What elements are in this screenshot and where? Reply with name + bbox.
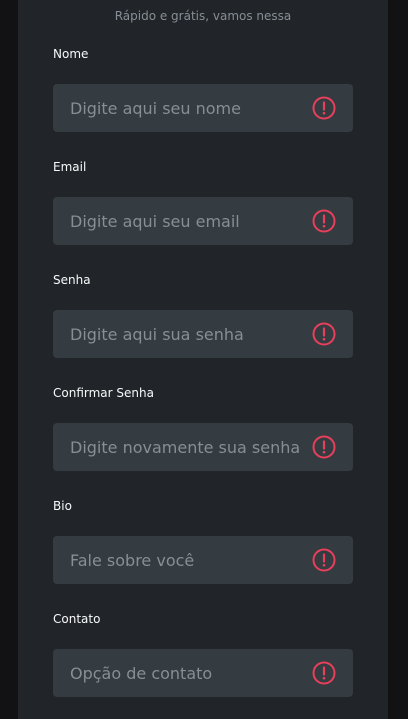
email-input[interactable]: [53, 197, 303, 245]
password-label: Senha: [53, 273, 91, 287]
bio-input[interactable]: [53, 536, 303, 584]
contact-label: Contato: [53, 612, 101, 626]
password-input[interactable]: [53, 310, 303, 358]
register-form-card: Rápido e grátis, vamos nessa Nome Email …: [18, 0, 388, 719]
page: Rápido e grátis, vamos nessa Nome Email …: [0, 0, 408, 719]
name-field-wrapper: [53, 84, 353, 132]
email-label: Email: [53, 160, 87, 174]
password-field-wrapper: [53, 310, 353, 358]
error-alert-icon: [312, 209, 336, 233]
form-subtitle: Rápido e grátis, vamos nessa: [114, 9, 292, 23]
error-alert-icon: [312, 322, 336, 346]
error-alert-icon: [312, 661, 336, 685]
email-field-wrapper: [53, 197, 353, 245]
bio-field-wrapper: [53, 536, 353, 584]
confirm-password-input[interactable]: [53, 423, 303, 471]
contact-input[interactable]: [53, 649, 303, 697]
error-alert-icon: [312, 435, 336, 459]
confirm-password-field-wrapper: [53, 423, 353, 471]
error-alert-icon: [312, 96, 336, 120]
contact-field-wrapper: [53, 649, 353, 697]
bio-label: Bio: [53, 499, 72, 513]
error-alert-icon: [312, 548, 336, 572]
name-label: Nome: [53, 47, 89, 61]
confirm-password-label: Confirmar Senha: [53, 386, 154, 400]
name-input[interactable]: [53, 84, 303, 132]
